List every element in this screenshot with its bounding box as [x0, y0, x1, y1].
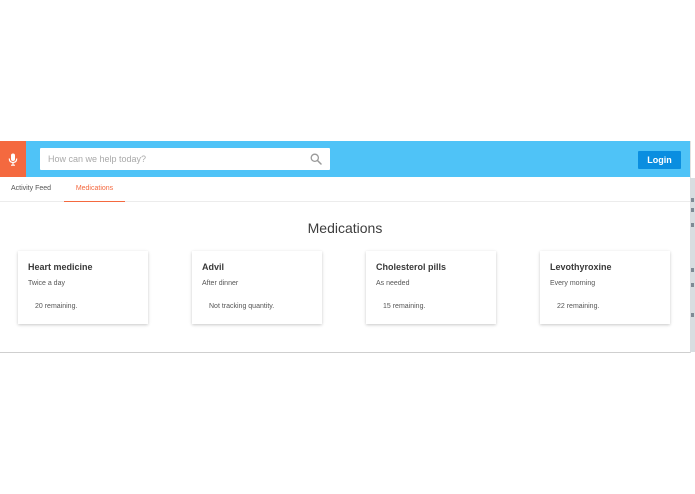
microphone-icon — [8, 153, 18, 166]
search-icon[interactable] — [310, 153, 322, 165]
medication-frequency: Every morning — [550, 280, 596, 287]
medication-name: Levothyroxine — [550, 262, 612, 272]
medication-frequency: Twice a day — [28, 280, 65, 287]
medication-frequency: After dinner — [202, 280, 239, 287]
tab-bar: Activity Feed Medications — [0, 177, 690, 202]
search-input[interactable] — [40, 148, 302, 170]
medication-remaining: 15 remaining. — [383, 303, 426, 310]
medication-name: Cholesterol pills — [376, 262, 447, 272]
medication-remaining: Not tracking quantity. — [209, 303, 275, 310]
search-box — [40, 148, 330, 170]
tab-medications[interactable]: Medications — [64, 177, 125, 202]
medication-card-cholesterol-pills[interactable]: Cholesterol pills As needed 15 remaining… — [366, 251, 496, 324]
top-bar: Login — [0, 141, 690, 177]
medication-card-levothyroxine[interactable]: Levothyroxine Every morning 22 remaining… — [540, 251, 670, 324]
medication-card-heart-medicine[interactable]: Heart medicine Twice a day 20 remaining. — [18, 251, 148, 324]
medication-remaining: 20 remaining. — [35, 303, 78, 310]
page-title: Medications — [307, 220, 383, 236]
app-window: Login Activity Feed Medications Medicati… — [0, 141, 691, 353]
background-window-edge — [690, 178, 695, 352]
medication-name: Heart medicine — [28, 262, 93, 272]
medication-card-advil[interactable]: Advil After dinner Not tracking quantity… — [192, 251, 322, 324]
microphone-button[interactable] — [0, 141, 26, 177]
login-button[interactable]: Login — [638, 151, 681, 169]
medication-frequency: As needed — [376, 280, 410, 287]
page: Login Activity Feed Medications Medicati… — [0, 0, 695, 494]
medication-name: Advil — [202, 262, 225, 272]
medication-remaining: 22 remaining. — [557, 303, 600, 310]
tab-activity-feed[interactable]: Activity Feed — [0, 177, 62, 201]
